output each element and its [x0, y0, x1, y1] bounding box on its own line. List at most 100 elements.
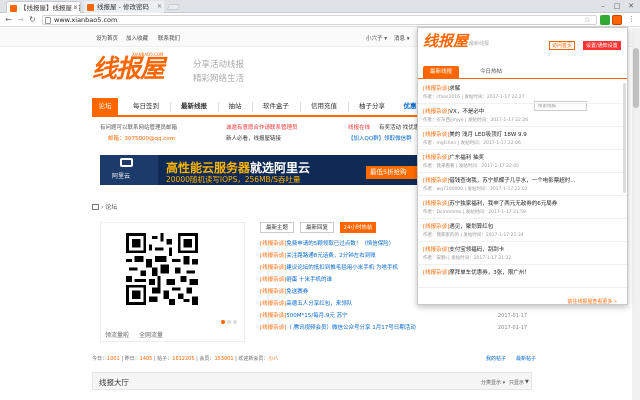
reload-button[interactable]: ↻ [27, 14, 38, 25]
topnav-set-home[interactable]: 设为首页 [96, 34, 118, 42]
post-row[interactable]: [线报杂谈]500M*15/每月.9元 苏宁 2017-01-17 [260, 310, 640, 322]
popup-item[interactable]: [线报杂谈]支付宝领福码，刮刮卡 作者：安静i | 发帖时间：2017-1-17 … [418, 243, 627, 265]
carousel-dot[interactable] [221, 320, 225, 324]
url-text: www.xianbao5.com [54, 16, 118, 24]
ad-banner[interactable]: 阿里云 高性能云服务器就选阿里云 20000随机读写IOPS，256MB/S吞吐… [100, 155, 422, 185]
hall-collapse-icon[interactable]: ▼ [525, 379, 529, 385]
extension-green-icon[interactable] [600, 15, 610, 25]
nav-separator [348, 102, 349, 112]
stat-today: 1001 [107, 356, 120, 362]
home-icon[interactable] [92, 204, 99, 210]
address-bar[interactable]: www.xianbao5.com [42, 15, 597, 25]
aliyun-brand: 阿里云 [100, 155, 158, 185]
tab-strip: 【线报屋】线报屋 - 捕获... ✕ 线报屋 - 修改密码 ✕ – □ ✕ [0, 0, 640, 13]
xianbao-extension-icon[interactable] [612, 15, 622, 25]
hall-category-select[interactable]: 分类显示 ▾ [481, 379, 505, 386]
browser-window: 【线报屋】线报屋 - 捕获... ✕ 线报屋 - 修改密码 ✕ – □ ✕ ← … [0, 0, 640, 400]
popup-item[interactable]: [线报杂谈]借钱查询我，苏宁抓蝶子几乎水，一个电影票超时... 作者：wq7100… [418, 174, 627, 196]
forum-filter-tabs: 最新主题 最新回复 24小时热帖 [260, 222, 425, 234]
popup-more-link[interactable]: 前往线报屋查看更多 » [567, 298, 617, 304]
popup-item[interactable]: [线报杂谈]广东福利 抽奖 作者：我来看看 | 发帖时间：2017-1-17 22… [418, 151, 627, 173]
popup-item[interactable]: [线报杂谈]美的 浅月 LED吸顶灯 18W 9.9 作者：mgfchen | 发… [418, 128, 627, 150]
filter-24h-hot[interactable]: 24小时热帖 [340, 222, 376, 233]
popup-tabs: 最新线报 今日热帖 搜索线报 [418, 63, 627, 111]
tab-close-icon[interactable]: ✕ [73, 2, 78, 13]
visit-home-button[interactable]: 访问首页 [549, 41, 576, 50]
post-row[interactable]: [线报杂谈]（ 腾讯视频会员）微信公众号分享 1月17号日期活动 2017-01-… [260, 322, 640, 334]
favicon-icon [87, 4, 94, 11]
extension-popup: 线报屋 最新线报 访问首页 设置/通知设置 最新线报 今日热帖 搜索线报 [线报… [417, 27, 628, 305]
qr-right-label: 全网流量 [139, 332, 164, 339]
minimize-button[interactable]: – [596, 0, 610, 13]
topnav-add-favorite[interactable]: 加入收藏 [126, 34, 148, 42]
back-button[interactable]: ← [3, 14, 14, 25]
menu-icon[interactable]: ⋮ [626, 14, 637, 25]
topnav-contact[interactable]: 联系我们 [158, 34, 180, 42]
page-scrollbar[interactable] [632, 28, 640, 400]
notice-events[interactable]: 有奖活动 找优惠 [379, 123, 419, 131]
popup-item[interactable]: [线报杂谈]苏宁独家福利，我申了两元无敌券的6元局券 作者：Dcmmitmo | … [418, 197, 627, 219]
popup-scrollbar[interactable] [623, 83, 626, 193]
notice-newbie[interactable]: 新人必看，线报屋链接 [226, 134, 281, 142]
tab-latest[interactable]: 最新线报 [423, 66, 459, 79]
notice-cooperate[interactable]: 诚邀有意愿合作请联系管理员 [226, 123, 298, 131]
breadcrumb-forum[interactable]: 论坛 [105, 204, 117, 211]
filter-new-replies[interactable]: 最新回复 [300, 222, 334, 233]
nav-forum[interactable]: 论坛 [92, 98, 118, 115]
maximize-button[interactable]: □ [610, 0, 624, 13]
filter-new-threads[interactable]: 最新主题 [260, 222, 294, 233]
tab-today-hot[interactable]: 今日热帖 [473, 66, 509, 79]
nav-latest[interactable]: 最新线报 [174, 98, 214, 115]
notice-admin: 有问题可以联系网站管理员邮箱 [100, 125, 178, 131]
forward-button[interactable]: → [15, 14, 26, 25]
popup-item[interactable]: [线报杂谈]求解 作者：cfans2016 | 发帖时间：2017-1-17 22… [418, 82, 627, 104]
bookmark-star-icon[interactable]: ☆ [584, 15, 590, 25]
settings-button[interactable]: 设置/通知设置 [583, 41, 621, 50]
notice-qq-group[interactable]: 【加入QQ群】领取微信群 [348, 134, 412, 142]
nav-separator [170, 102, 171, 112]
carousel-dot[interactable] [233, 320, 237, 324]
nav-separator [252, 102, 253, 112]
new-tab-button[interactable] [166, 4, 181, 10]
popup-subtitle: 最新线报 [469, 41, 490, 47]
topnav-user[interactable]: 小六子 ▾ [366, 34, 387, 42]
hall-header: 线报大厅 分类显示 ▾ 只显示 ▼ [92, 372, 532, 390]
qr-left-label: 领流量啦 [105, 332, 130, 339]
nav-software[interactable]: 软件盒子 [256, 98, 296, 115]
breadcrumb: › 论坛 [92, 202, 117, 211]
tab-title: 【线报屋】线报屋 - 捕获... [20, 4, 80, 12]
qr-code-image [126, 233, 198, 305]
banner-subtitle: 20000随机读写IOPS，256MB/S吞吐量 [166, 175, 301, 184]
hall-show-only[interactable]: 只显示 [509, 379, 524, 386]
nav-recharge[interactable]: 信用充值 [304, 98, 344, 115]
nav-share[interactable]: 柚子分享 [352, 98, 392, 115]
latest-posts-link[interactable]: 最新帖子 [516, 355, 536, 362]
notice-online[interactable]: 线报在线 [348, 123, 370, 131]
tab-xianbao-home[interactable]: 【线报屋】线报屋 - 捕获... ✕ [6, 1, 81, 13]
forum-stats: 今日：1001 | 昨日：1405 | 帖子：1612205 | 会员：1530… [92, 356, 279, 362]
nav-signin[interactable]: 每日签到 [126, 98, 166, 115]
page-icon [45, 17, 51, 24]
popup-item[interactable]: [线报杂谈]VX，不是必中 作者：买东西ijmjye | 发帖时间：2017-1-… [418, 105, 627, 127]
nav-separator [300, 102, 301, 112]
topnav-messages[interactable]: 消息 ▾ [394, 34, 410, 42]
popup-logo[interactable]: 线报屋 [423, 32, 468, 50]
notice-bar: 有问题可以联系网站管理员邮箱 邮箱：3075000@qq.com 诚邀有意愿合作… [92, 121, 422, 151]
slogan-line-2: 精彩网络生活 [193, 74, 245, 84]
close-window-button[interactable]: ✕ [624, 0, 638, 13]
aliyun-logo-icon [120, 158, 133, 167]
notice-email[interactable]: 邮箱：3075000@qq.com [108, 134, 175, 142]
nav-separator [218, 102, 219, 112]
site-logo[interactable]: 线报屋 XIANBAO5.COM [92, 52, 177, 87]
scrollbar-thumb[interactable] [633, 48, 639, 108]
popup-item[interactable]: [线报杂谈]遇见，聚划算红包 作者：我家家的的 | 发帖时间：2017-1-17 … [418, 220, 627, 242]
tab-change-password[interactable]: 线报屋 - 修改密码 ✕ [84, 1, 164, 13]
tab-close-icon[interactable]: ✕ [157, 1, 162, 13]
nav-draw[interactable]: 抽站 [222, 98, 248, 115]
popup-item[interactable]: [线报杂谈]摩拜单车优惠券，3张，限广州！ [418, 266, 627, 288]
stat-members: 153001 [214, 356, 234, 362]
carousel-dot[interactable] [227, 320, 231, 324]
banner-cta-button[interactable]: 最低5折抢购 [366, 166, 422, 179]
slogan-line-1: 分享活动线报 [193, 60, 245, 70]
my-posts-link[interactable]: 我的帖子 [486, 355, 506, 362]
